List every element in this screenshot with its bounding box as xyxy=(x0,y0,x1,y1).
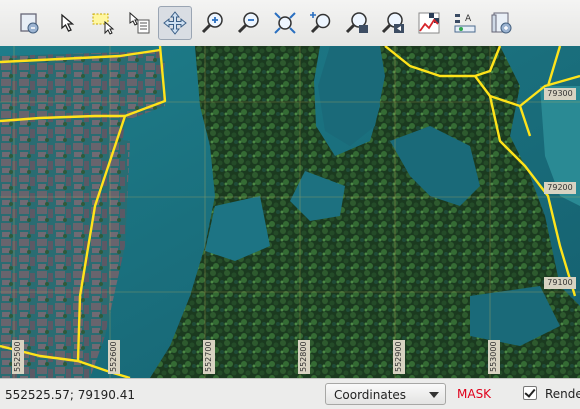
zoom-out-button[interactable] xyxy=(232,6,266,40)
new-map-view-icon xyxy=(20,13,39,34)
svg-text:A: A xyxy=(465,14,472,24)
zoom-last-button[interactable] xyxy=(376,6,410,40)
render-checkbox[interactable] xyxy=(523,386,537,400)
zoom-out-icon xyxy=(237,12,259,34)
x-axis-label-552800: 552800 xyxy=(298,340,310,374)
zoom-to-layer-icon xyxy=(345,12,368,34)
status-bar: 552525.57; 79190.41 Coordinates MASK Ren… xyxy=(0,378,580,409)
x-axis-label-553000: 553000 xyxy=(488,340,500,374)
x-axis-label-552700: 552700 xyxy=(203,340,215,374)
label-tool-button[interactable]: A xyxy=(448,6,482,40)
zoom-full-icon xyxy=(274,12,296,34)
map-canvas[interactable]: 552500 552600 552700 552800 552900 55300… xyxy=(0,46,580,378)
zoom-in-button[interactable] xyxy=(196,6,230,40)
new-map-view-button[interactable] xyxy=(12,6,46,40)
identify-feature-button[interactable] xyxy=(122,6,156,40)
identify-feature-icon xyxy=(129,11,150,34)
pan-map-button[interactable] xyxy=(158,6,192,40)
new-bookmark-icon xyxy=(491,12,512,34)
zoom-to-selection-icon xyxy=(310,12,331,34)
zoom-full-button[interactable] xyxy=(268,6,302,40)
y-axis-label-79200: 79200 xyxy=(544,182,576,194)
chevron-down-icon xyxy=(429,392,439,398)
x-axis-label-552900: 552900 xyxy=(393,340,405,374)
coordinate-mode-dropdown[interactable]: Coordinates xyxy=(325,383,446,405)
select-feature-button[interactable] xyxy=(86,6,120,40)
x-axis-label-552500: 552500 xyxy=(12,340,24,374)
zoom-in-icon xyxy=(201,12,223,34)
label-tool-icon: A xyxy=(454,14,476,33)
zoom-last-icon xyxy=(381,12,404,34)
orthophoto-map xyxy=(0,46,580,378)
y-axis-label-79100: 79100 xyxy=(544,277,576,289)
new-bookmark-button[interactable] xyxy=(484,6,518,40)
map-navigation-toolbar: A xyxy=(0,0,580,47)
x-axis-label-552600: 552600 xyxy=(108,340,120,374)
render-label: Render xyxy=(545,387,580,401)
heatmap-icon xyxy=(418,12,440,34)
pan-arrow-icon xyxy=(61,13,75,32)
select-feature-icon xyxy=(92,13,115,35)
y-axis-label-79300: 79300 xyxy=(544,88,576,100)
heatmap-button[interactable] xyxy=(412,6,446,40)
coordinate-mode-label: Coordinates xyxy=(334,388,407,402)
mask-indicator[interactable]: MASK xyxy=(457,387,491,401)
zoom-to-selection-button[interactable] xyxy=(304,6,338,40)
pan-map-icon xyxy=(163,11,187,35)
zoom-to-layer-button[interactable] xyxy=(340,6,374,40)
cursor-coordinates: 552525.57; 79190.41 xyxy=(5,388,136,402)
pan-arrow-button[interactable] xyxy=(50,6,84,40)
